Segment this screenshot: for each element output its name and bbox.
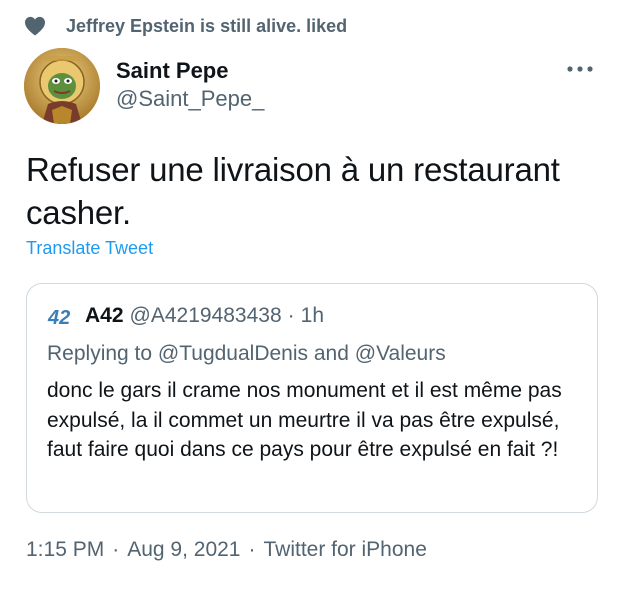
mention-valeurs[interactable]: @Valeurs bbox=[355, 342, 446, 365]
tweet-time[interactable]: 1:15 PM bbox=[26, 538, 104, 562]
meta-separator: · bbox=[112, 538, 120, 561]
quoted-separator: · bbox=[287, 304, 295, 327]
heart-icon bbox=[25, 16, 45, 36]
author-names: Saint Pepe @Saint_Pepe_ bbox=[116, 48, 264, 114]
mention-tugdualdenis[interactable]: @TugdualDenis bbox=[158, 342, 308, 365]
saint-pepe-avatar bbox=[24, 48, 100, 124]
quoted-tweet[interactable]: 42 A42 @A4219483438 · 1h Replying to @Tu… bbox=[26, 283, 598, 513]
meta-separator: · bbox=[248, 538, 256, 561]
tweet-text: Refuser une livraison à un restaurant ca… bbox=[26, 151, 560, 231]
replying-prefix: Replying to bbox=[47, 342, 153, 365]
a42-logo: 42 bbox=[47, 307, 70, 328]
author-handle[interactable]: @Saint_Pepe_ bbox=[116, 84, 264, 114]
social-context: Jeffrey Epstein is still alive. liked bbox=[24, 12, 347, 40]
avatar[interactable] bbox=[24, 48, 100, 124]
author-row: Saint Pepe @Saint_Pepe_ bbox=[24, 48, 603, 124]
tweet-detail: Jeffrey Epstein is still alive. liked Sa… bbox=[0, 0, 623, 589]
quoted-author-name: A42 bbox=[85, 304, 124, 327]
svg-text:42: 42 bbox=[47, 307, 70, 328]
tweet-metadata: 1:15 PM · Aug 9, 2021 · Twitter for iPho… bbox=[26, 538, 427, 562]
translate-tweet-link[interactable]: Translate Tweet bbox=[26, 238, 153, 259]
replying-to: Replying to @TugdualDenis and @Valeurs bbox=[47, 342, 446, 366]
quoted-tweet-text: donc le gars il crame nos monument et il… bbox=[47, 379, 562, 461]
quoted-timestamp: 1h bbox=[300, 304, 325, 327]
quoted-author-handle: @A4219483438 bbox=[129, 304, 282, 327]
replying-and: and bbox=[313, 342, 349, 365]
tweet-source[interactable]: Twitter for iPhone bbox=[263, 538, 426, 562]
quoted-tweet-header: 42 A42 @A4219483438 · 1h bbox=[47, 304, 324, 328]
author-display-name[interactable]: Saint Pepe bbox=[116, 58, 264, 84]
more-options-icon[interactable] bbox=[565, 64, 595, 74]
social-context-text[interactable]: Jeffrey Epstein is still alive. liked bbox=[66, 16, 347, 37]
tweet-date[interactable]: Aug 9, 2021 bbox=[127, 538, 240, 562]
